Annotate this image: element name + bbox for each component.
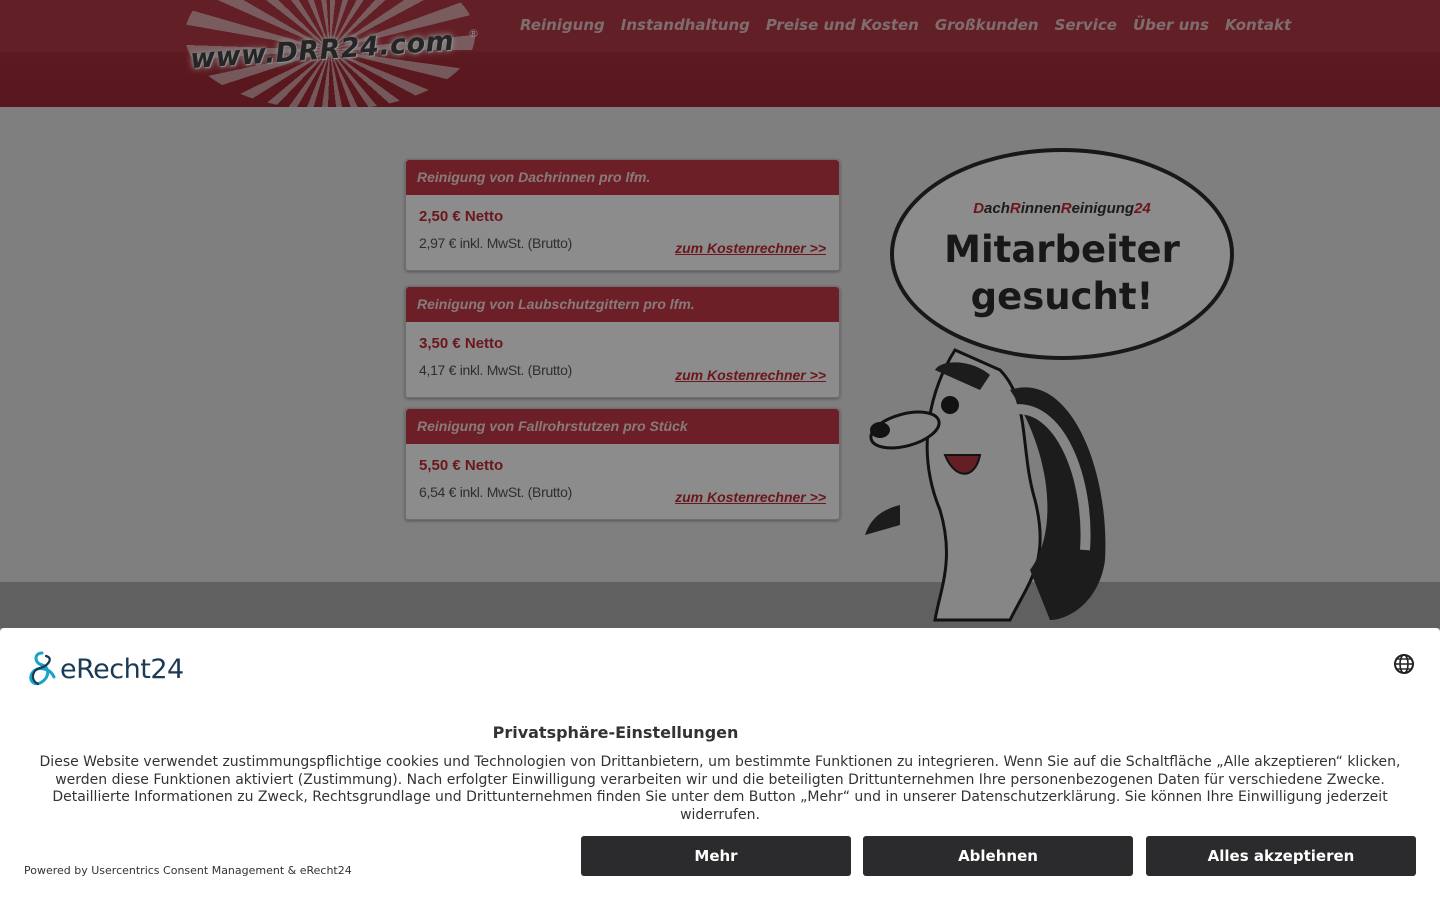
globe-icon[interactable] [1393,653,1415,675]
consent-banner: eRecht24 Privatsphäre-Einstellungen Dies… [0,628,1440,900]
consent-title: Privatsphäre-Einstellungen [492,723,739,742]
more-button[interactable]: Mehr [581,836,851,876]
erecht24-logo-icon [29,651,56,686]
powered-by-text: Powered by Usercentrics Consent Manageme… [24,864,352,877]
accept-all-button[interactable]: Alles akzeptieren [1146,836,1416,876]
erecht24-logo-text: eRecht24 [60,653,184,685]
decline-button[interactable]: Ablehnen [863,836,1133,876]
erecht24-logo: eRecht24 [24,650,184,688]
consent-description: Diese Website verwendet zustimmungspflic… [39,754,1401,823]
